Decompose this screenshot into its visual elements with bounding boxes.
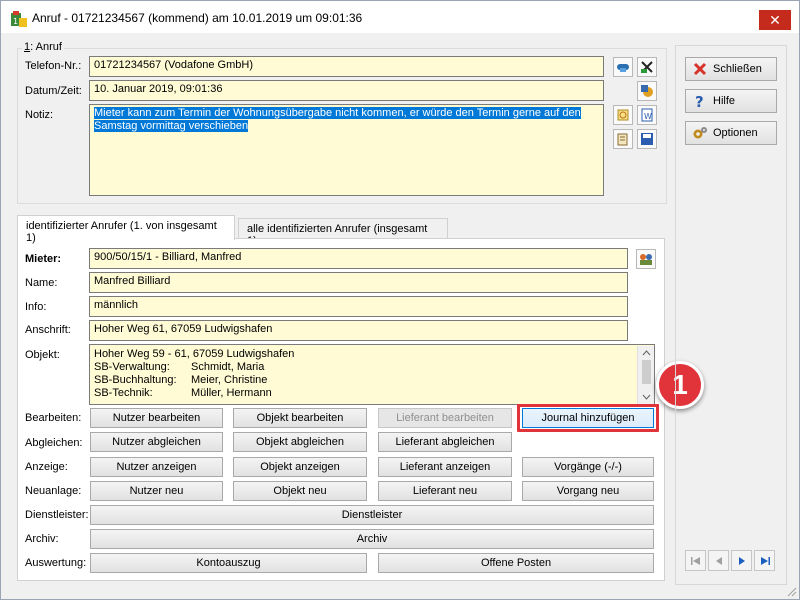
calendar-settings-icon[interactable] — [637, 81, 657, 101]
schliessen-label: Schließen — [713, 63, 762, 75]
objekt-label: Objekt: — [25, 349, 60, 361]
schliessen-button[interactable]: Schließen — [685, 57, 777, 81]
objekt-scrollbar[interactable] — [637, 346, 654, 404]
tab-identifizierter-anrufer[interactable]: identifizierter Anrufer (1. von insgesam… — [17, 215, 235, 244]
objekt-abgleichen-button[interactable]: Objekt abgleichen — [233, 432, 367, 452]
word-document-icon[interactable]: W — [637, 105, 657, 125]
app-phone-icon: 1 — [11, 11, 27, 27]
telefon-field[interactable]: 01721234567 (Vodafone GmbH) — [89, 56, 604, 77]
offene-posten-button[interactable]: Offene Posten — [378, 553, 654, 573]
lieferant-abgleichen-button[interactable]: Lieferant abgleichen — [378, 432, 512, 452]
objekt-address: Hoher Weg 59 - 61, 67059 Ludwigshafen — [94, 348, 295, 360]
mieter-field[interactable]: 900/50/15/1 - Billiard, Manfred — [89, 248, 628, 269]
abgleichen-label: Abgleichen: — [25, 437, 83, 449]
archiv-label: Archiv: — [25, 533, 59, 545]
note-edit-icon[interactable] — [613, 105, 633, 125]
notiz-textarea[interactable]: Mieter kann zum Termin der Wohnungsüberg… — [89, 104, 604, 196]
nutzer-bearbeiten-button[interactable]: Nutzer bearbeiten — [90, 408, 223, 428]
optionen-label: Optionen — [713, 127, 758, 139]
anschrift-label: Anschrift: — [25, 324, 71, 336]
info-field[interactable]: männlich — [89, 296, 628, 317]
datum-label: Datum/Zeit: — [25, 85, 82, 97]
phone-dial-icon[interactable] — [613, 57, 633, 77]
svg-text:W: W — [644, 112, 652, 121]
bearbeiten-label: Bearbeiten: — [25, 412, 82, 424]
telefon-label: Telefon-Nr.: — [25, 60, 82, 72]
paste-note-icon[interactable] — [613, 129, 633, 149]
nutzer-anzeigen-button[interactable]: Nutzer anzeigen — [90, 457, 223, 477]
svg-text:1: 1 — [13, 17, 18, 26]
optionen-button[interactable]: Optionen — [685, 121, 777, 145]
close-x-icon — [692, 61, 708, 77]
lieferant-anzeigen-button[interactable]: Lieferant anzeigen — [378, 457, 512, 477]
objekt-neu-button[interactable]: Objekt neu — [233, 481, 367, 501]
archiv-button[interactable]: Archiv — [90, 529, 654, 549]
nav-next-icon[interactable] — [731, 550, 752, 571]
gear-options-icon — [692, 125, 708, 141]
anzeige-label: Anzeige: — [25, 461, 68, 473]
objekt-bearbeiten-button[interactable]: Objekt bearbeiten — [233, 408, 367, 428]
window-close-button[interactable]: ✕ — [759, 10, 791, 30]
name-field[interactable]: Manfred Billiard — [89, 272, 628, 293]
objekt-row: SB-Technik: Müller, Hermann — [94, 387, 272, 399]
nav-first-icon[interactable] — [685, 550, 706, 571]
phone-hangup-icon[interactable] — [637, 57, 657, 77]
name-label: Name: — [25, 277, 58, 289]
objekt-textarea[interactable]: Hoher Weg 59 - 61, 67059 Ludwigshafen SB… — [89, 344, 655, 405]
auswertung-label: Auswertung: — [25, 557, 87, 569]
vorgang-neu-button[interactable]: Vorgang neu — [522, 481, 654, 501]
lieferant-bearbeiten-button[interactable]: Lieferant bearbeiten — [378, 408, 512, 428]
title-bar: 1 Anruf - 01721234567 (kommend) am 10.01… — [1, 1, 799, 33]
dienstleister-label: Dienstleister: — [25, 509, 89, 521]
window-title: Anruf - 01721234567 (kommend) am 10.01.2… — [32, 11, 363, 25]
nav-prev-icon[interactable] — [708, 550, 729, 571]
anruf-group-title: 1: Anruf — [22, 41, 64, 53]
nav-last-icon[interactable] — [754, 550, 775, 571]
vorgaenge-button[interactable]: Vorgänge (-/-) — [522, 457, 654, 477]
people-icon[interactable] — [636, 249, 656, 269]
nutzer-abgleichen-button[interactable]: Nutzer abgleichen — [90, 432, 223, 452]
info-label: Info: — [25, 301, 47, 313]
anschrift-field[interactable]: Hoher Weg 61, 67059 Ludwigshafen — [89, 320, 628, 341]
neuanlage-label: Neuanlage: — [25, 485, 82, 497]
anruf-window: 1 Anruf - 01721234567 (kommend) am 10.01… — [0, 0, 800, 600]
objekt-row: SB-Verwaltung: Schmidt, Maria — [94, 361, 265, 373]
help-question-icon: ? — [692, 93, 708, 109]
nutzer-neu-button[interactable]: Nutzer neu — [90, 481, 223, 501]
dienstleister-button[interactable]: Dienstleister — [90, 505, 654, 525]
save-disk-icon[interactable] — [637, 129, 657, 149]
objekt-anzeigen-button[interactable]: Objekt anzeigen — [233, 457, 367, 477]
hilfe-label: Hilfe — [713, 95, 736, 107]
svg-text:?: ? — [695, 93, 704, 109]
hilfe-button[interactable]: ? Hilfe — [685, 89, 777, 113]
mieter-label: Mieter: — [25, 253, 62, 265]
notiz-line-2: Samstag vormittag verschieben — [94, 120, 249, 132]
notiz-line-1: Mieter kann zum Termin der Wohnungsüberg… — [94, 107, 581, 119]
tab-alle-anrufer[interactable]: alle identifizierten Anrufer (insgesamt … — [238, 218, 448, 247]
objekt-row: SB-Buchhaltung: Meier, Christine — [94, 374, 268, 386]
notiz-label: Notiz: — [25, 109, 54, 121]
datum-field[interactable]: 10. Januar 2019, 09:01:36 — [89, 80, 604, 101]
resize-grip-icon[interactable] — [787, 587, 797, 597]
highlight-frame — [517, 404, 659, 432]
kontoauszug-button[interactable]: Kontoauszug — [90, 553, 367, 573]
lieferant-neu-button[interactable]: Lieferant neu — [378, 481, 512, 501]
